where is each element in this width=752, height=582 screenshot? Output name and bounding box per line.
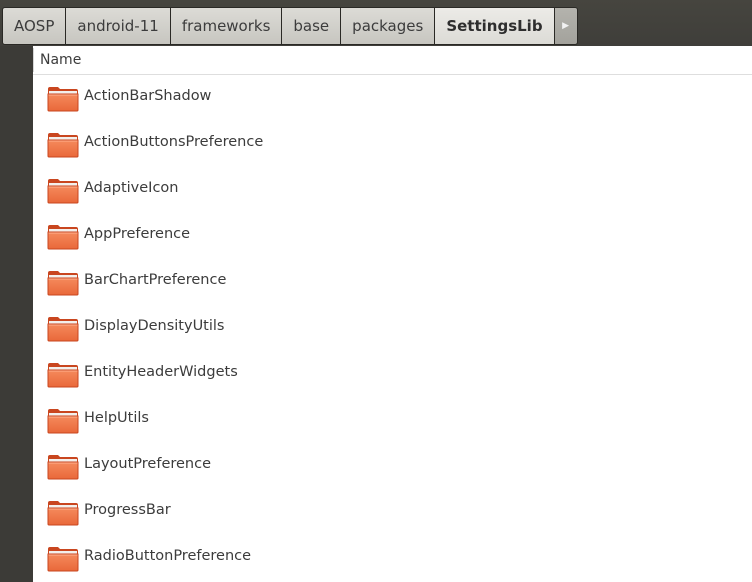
- breadcrumb: AOSP android-11 frameworks base packages…: [2, 7, 578, 45]
- folder-icon: [47, 86, 79, 112]
- file-name-label: HelpUtils: [84, 410, 149, 426]
- file-name-label: LayoutPreference: [84, 456, 212, 472]
- breadcrumb-item-settingslib[interactable]: SettingsLib: [435, 7, 555, 45]
- folder-icon: [47, 546, 79, 572]
- list-item[interactable]: AppPreference: [33, 213, 752, 259]
- sidebar-edge: [0, 46, 33, 582]
- file-rows: ActionBarShadow ActionButtonsPreference Ad…: [33, 75, 752, 581]
- folder-icon: [47, 132, 79, 158]
- list-item[interactable]: BarChartPreference: [33, 259, 752, 305]
- column-header-name[interactable]: Name: [33, 46, 752, 75]
- file-name-label: DisplayDensityUtils: [84, 318, 225, 334]
- list-item[interactable]: AdaptiveIcon: [33, 167, 752, 213]
- breadcrumb-item-frameworks[interactable]: frameworks: [170, 7, 283, 45]
- folder-icon: [47, 178, 79, 204]
- column-header-label: Name: [40, 52, 82, 68]
- list-item[interactable]: ActionBarShadow: [33, 75, 752, 121]
- file-name-label: AppPreference: [84, 226, 191, 242]
- breadcrumb-item-base[interactable]: base: [282, 7, 342, 45]
- list-item[interactable]: LayoutPreference: [33, 443, 752, 489]
- column-divider: [33, 48, 34, 72]
- folder-icon: [47, 454, 79, 480]
- folder-icon: [47, 270, 79, 296]
- file-name-label: ActionButtonsPreference: [84, 134, 264, 150]
- breadcrumb-item-android-11[interactable]: android-11: [66, 7, 171, 45]
- folder-icon: [47, 316, 79, 342]
- triangle-right-icon: ▶: [562, 21, 570, 31]
- path-bar: AOSP android-11 frameworks base packages…: [0, 0, 752, 46]
- file-name-label: ProgressBar: [84, 502, 171, 518]
- list-item[interactable]: ProgressBar: [33, 489, 752, 535]
- list-item[interactable]: DisplayDensityUtils: [33, 305, 752, 351]
- file-name-label: EntityHeaderWidgets: [84, 364, 238, 380]
- breadcrumb-scroll-right-button[interactable]: ▶: [554, 7, 578, 45]
- breadcrumb-item-packages[interactable]: packages: [341, 7, 436, 45]
- folder-icon: [47, 362, 79, 388]
- breadcrumb-item-aosp[interactable]: AOSP: [2, 7, 67, 45]
- list-item[interactable]: RadioButtonPreference: [33, 535, 752, 581]
- file-manager-window: AOSP android-11 frameworks base packages…: [0, 0, 752, 582]
- list-item[interactable]: EntityHeaderWidgets: [33, 351, 752, 397]
- list-item[interactable]: ActionButtonsPreference: [33, 121, 752, 167]
- file-name-label: BarChartPreference: [84, 272, 227, 288]
- folder-icon: [47, 500, 79, 526]
- file-name-label: RadioButtonPreference: [84, 548, 252, 564]
- list-item[interactable]: HelpUtils: [33, 397, 752, 443]
- folder-icon: [47, 408, 79, 434]
- folder-icon: [47, 224, 79, 250]
- file-name-label: ActionBarShadow: [84, 88, 212, 104]
- file-list-view: Name ActionBarShadow ActionButtonsPrefere…: [33, 46, 752, 582]
- file-name-label: AdaptiveIcon: [84, 180, 179, 196]
